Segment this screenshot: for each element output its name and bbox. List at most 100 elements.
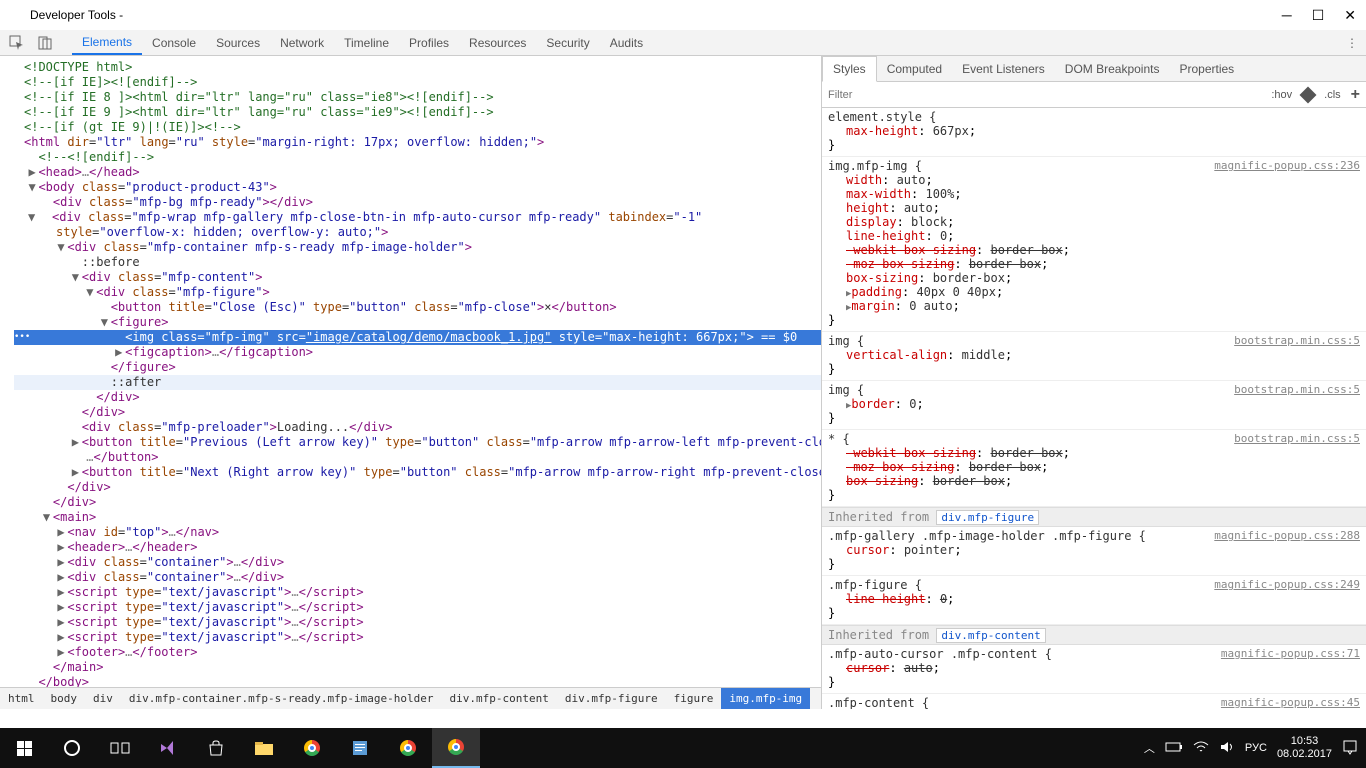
maximize-button[interactable]: ☐ (1312, 7, 1325, 24)
dom-node[interactable]: ▼<figure> (14, 315, 821, 330)
styles-body[interactable]: element.style {max-height: 667px;}magnif… (822, 108, 1366, 709)
dom-node[interactable]: </div> (14, 495, 821, 510)
app-visualstudio[interactable] (144, 728, 192, 768)
dom-node[interactable]: …</button> (14, 450, 821, 465)
app-chrome-1[interactable] (288, 728, 336, 768)
dom-node[interactable]: ::before (14, 255, 821, 270)
crumb[interactable]: div.mfp-figure (557, 688, 666, 709)
dom-node[interactable]: <button title="Close (Esc)" type="button… (14, 300, 821, 315)
css-rule[interactable]: bootstrap.min.css:5img {▶border: 0;} (822, 381, 1366, 430)
tab-audits[interactable]: Audits (600, 30, 653, 55)
dom-node[interactable]: <!--[if IE 9 ]><html dir="ltr" lang="ru"… (14, 105, 821, 120)
dom-node[interactable]: ▼<div class="mfp-content"> (14, 270, 821, 285)
dom-node[interactable]: <!--[if (gt IE 9)|!(IE)]><!--> (14, 120, 821, 135)
tray-volume-icon[interactable] (1219, 740, 1235, 757)
dom-node[interactable]: ••• <img class="mfp-img" src="image/cata… (14, 330, 821, 345)
dom-node[interactable]: </div> (14, 480, 821, 495)
dom-node[interactable]: ▼<div class="mfp-container mfp-s-ready m… (14, 240, 821, 255)
dom-node[interactable]: ▶<script type="text/javascript">…</scrip… (14, 630, 821, 645)
dom-node[interactable]: </body> (14, 675, 821, 687)
css-rule[interactable]: element.style {max-height: 667px;} (822, 108, 1366, 157)
css-rule[interactable]: bootstrap.min.css:5img {vertical-align: … (822, 332, 1366, 381)
inspect-icon[interactable] (8, 34, 26, 52)
dom-node[interactable]: <!--[if IE]><![endif]--> (14, 75, 821, 90)
minimize-button[interactable]: ─ (1282, 7, 1292, 24)
crumb[interactable]: figure (666, 688, 722, 709)
cls-toggle[interactable]: .cls (1324, 89, 1341, 101)
styles-tab-computed[interactable]: Computed (877, 56, 952, 81)
css-rule[interactable]: magnific-popup.css:45.mfp-content {posit… (822, 694, 1366, 709)
dom-node[interactable]: ▼<div class="mfp-wrap mfp-gallery mfp-cl… (14, 210, 821, 240)
tray-clock[interactable]: 10:5308.02.2017 (1277, 735, 1332, 761)
dom-node[interactable]: ▶<button title="Next (Right arrow key)" … (14, 465, 821, 480)
tab-security[interactable]: Security (536, 30, 599, 55)
app-chrome-3[interactable] (432, 728, 480, 768)
rule-source[interactable]: bootstrap.min.css:5 (1234, 334, 1360, 347)
crumb[interactable]: div.mfp-container.mfp-s-ready.mfp-image-… (121, 688, 442, 709)
rule-source[interactable]: magnific-popup.css:236 (1214, 159, 1360, 172)
dom-node[interactable]: ::after (14, 375, 821, 390)
dom-node[interactable]: ▶<head>…</head> (14, 165, 821, 180)
rule-source[interactable]: magnific-popup.css:45 (1221, 696, 1360, 709)
breadcrumb[interactable]: htmlbodydivdiv.mfp-container.mfp-s-ready… (0, 687, 821, 709)
dom-node[interactable]: </figure> (14, 360, 821, 375)
tab-network[interactable]: Network (270, 30, 334, 55)
tab-timeline[interactable]: Timeline (334, 30, 399, 55)
rule-source[interactable]: bootstrap.min.css:5 (1234, 383, 1360, 396)
dom-node[interactable]: ▶<header>…</header> (14, 540, 821, 555)
css-rule[interactable]: magnific-popup.css:249.mfp-figure {line-… (822, 576, 1366, 625)
dom-node[interactable]: ▶<div class="container">…</div> (14, 555, 821, 570)
tray-wifi-icon[interactable] (1193, 741, 1209, 756)
dom-node[interactable]: ▶<button title="Previous (Left arrow key… (14, 435, 821, 450)
styles-filter-input[interactable] (828, 89, 1271, 101)
crumb[interactable]: html (0, 688, 43, 709)
crumb[interactable]: body (43, 688, 86, 709)
rule-source[interactable]: bootstrap.min.css:5 (1234, 432, 1360, 445)
tab-elements[interactable]: Elements (72, 30, 142, 55)
dom-node[interactable]: <html dir="ltr" lang="ru" style="margin-… (14, 135, 821, 150)
tray-battery-icon[interactable] (1165, 741, 1183, 756)
styles-tab-event-listeners[interactable]: Event Listeners (952, 56, 1055, 81)
kebab-menu-icon[interactable]: ⋮ (1346, 36, 1358, 50)
cortana-icon[interactable] (48, 728, 96, 768)
tray-language[interactable]: РУС (1245, 742, 1267, 754)
dom-node[interactable]: ▶<script type="text/javascript">…</scrip… (14, 585, 821, 600)
hov-toggle[interactable]: :hov (1271, 89, 1292, 101)
styles-tab-properties[interactable]: Properties (1169, 56, 1244, 81)
styles-tab-styles[interactable]: Styles (822, 56, 877, 82)
close-button[interactable]: ✕ (1344, 7, 1356, 24)
dom-node[interactable]: ▼<div class="mfp-figure"> (14, 285, 821, 300)
dom-tree[interactable]: <!DOCTYPE html> <!--[if IE]><![endif]-->… (0, 56, 821, 687)
css-rule[interactable]: magnific-popup.css:71.mfp-auto-cursor .m… (822, 645, 1366, 694)
dom-node[interactable]: </div> (14, 405, 821, 420)
taskview-icon[interactable] (96, 728, 144, 768)
dom-node[interactable]: <!--<![endif]--> (14, 150, 821, 165)
dom-node[interactable]: <div class="mfp-bg mfp-ready"></div> (14, 195, 821, 210)
app-chrome-2[interactable] (384, 728, 432, 768)
dom-node[interactable]: <!DOCTYPE html> (14, 60, 821, 75)
css-rule[interactable]: magnific-popup.css:236img.mfp-img {width… (822, 157, 1366, 332)
tray-chevron-icon[interactable]: ︿ (1144, 740, 1155, 756)
add-rule-icon[interactable]: + (1351, 86, 1360, 104)
css-rule[interactable]: bootstrap.min.css:5* {-webkit-box-sizing… (822, 430, 1366, 507)
dom-node[interactable]: <!--[if IE 8 ]><html dir="ltr" lang="ru"… (14, 90, 821, 105)
styles-tab-dom-breakpoints[interactable]: DOM Breakpoints (1055, 56, 1170, 81)
rule-source[interactable]: magnific-popup.css:71 (1221, 647, 1360, 660)
tab-resources[interactable]: Resources (459, 30, 536, 55)
rule-source[interactable]: magnific-popup.css:249 (1214, 578, 1360, 591)
css-rule[interactable]: magnific-popup.css:288.mfp-gallery .mfp-… (822, 527, 1366, 576)
dom-node[interactable]: ▼<main> (14, 510, 821, 525)
tab-profiles[interactable]: Profiles (399, 30, 459, 55)
crumb[interactable]: div (85, 688, 121, 709)
app-store[interactable] (192, 728, 240, 768)
dom-node[interactable]: </main> (14, 660, 821, 675)
rule-source[interactable]: magnific-popup.css:288 (1214, 529, 1360, 542)
dom-node[interactable]: </div> (14, 390, 821, 405)
dom-node[interactable]: ▼<body class="product-product-43"> (14, 180, 821, 195)
dom-node[interactable]: <div class="mfp-preloader">Loading...</d… (14, 420, 821, 435)
dom-node[interactable]: ▶<script type="text/javascript">…</scrip… (14, 615, 821, 630)
app-explorer[interactable] (240, 728, 288, 768)
dom-node[interactable]: ▶<script type="text/javascript">…</scrip… (14, 600, 821, 615)
crumb[interactable]: img.mfp-img (721, 688, 810, 709)
start-button[interactable] (0, 728, 48, 768)
